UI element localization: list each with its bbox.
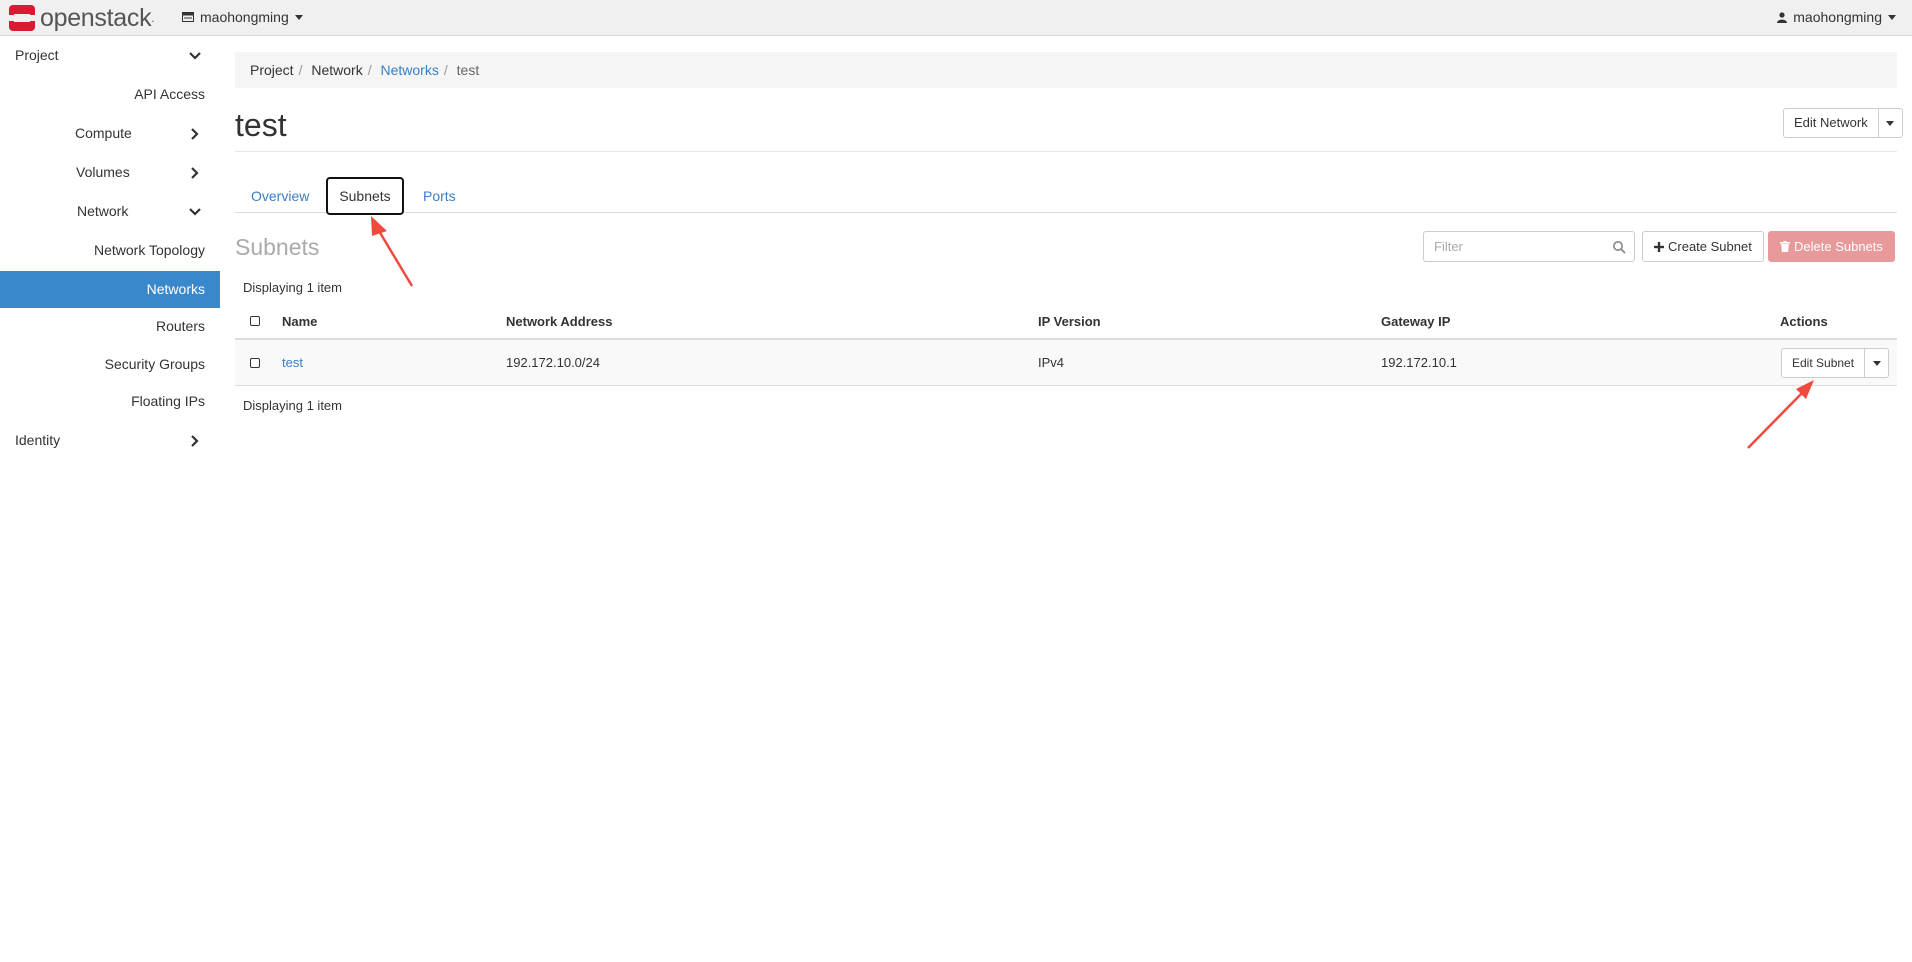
sidebar-item-label: Security Groups [104, 356, 205, 372]
project-name: maohongming [200, 9, 289, 25]
tab-bar: Overview Subnets Ports [235, 171, 1897, 215]
tab-subnets[interactable]: Subnets [326, 177, 404, 215]
sidebar-item-volumes[interactable]: Volumes [0, 154, 220, 191]
project-icon [182, 12, 194, 22]
delete-subnets-button[interactable]: Delete Subnets [1768, 231, 1895, 262]
sidebar-item-label: Network Topology [93, 242, 205, 258]
table-header: Name Network Address IP Version Gateway … [235, 304, 1897, 340]
column-header-network-address[interactable]: Network Address [506, 304, 612, 340]
caret-down-icon [294, 14, 303, 20]
tab-overview[interactable]: Overview [251, 177, 309, 215]
filter-box [1423, 231, 1635, 262]
top-navbar: openstack. maohongming maohongming [0, 0, 1912, 36]
row-actions-dropdown-toggle[interactable] [1865, 348, 1890, 378]
column-header-ip-version[interactable]: IP Version [1038, 304, 1101, 340]
sidebar-item-network-topology[interactable]: Network Topology [0, 232, 220, 269]
caret-down-icon [1888, 14, 1896, 20]
sidebar-item-security-groups[interactable]: Security Groups [0, 346, 220, 383]
breadcrumb-network: Network [311, 62, 363, 78]
subnets-heading: Subnets [235, 234, 320, 260]
sidebar-item-label: Networks [146, 281, 205, 297]
column-header-name[interactable]: Name [282, 304, 317, 340]
sidebar-item-floating-ips[interactable]: Floating IPs [0, 383, 220, 420]
edit-subnet-button[interactable]: Edit Subnet [1781, 348, 1866, 378]
item-count-bottom: Displaying 1 item [243, 398, 342, 413]
edit-network-button[interactable]: Edit Network [1783, 108, 1879, 138]
sidebar-item-project[interactable]: Project [0, 37, 220, 74]
sidebar-item-identity[interactable]: Identity [0, 422, 220, 459]
tab-ports[interactable]: Ports [423, 177, 456, 215]
breadcrumb-current: test [456, 62, 480, 78]
sidebar-item-label: Project [15, 47, 59, 63]
sidebar-item-label: API Access [134, 86, 205, 102]
sidebar-item-api-access[interactable]: API Access [0, 76, 220, 113]
column-header-actions: Actions [1780, 314, 1828, 329]
create-subnet-button[interactable]: Create Subnet [1642, 231, 1764, 262]
subnets-table: Name Network Address IP Version Gateway … [235, 304, 1897, 386]
sidebar-item-label: Compute [75, 125, 132, 141]
brand-name: openstack [40, 4, 152, 32]
page-title: test [235, 107, 287, 143]
row-checkbox[interactable] [250, 358, 260, 368]
chevron-right-icon [191, 128, 199, 140]
trash-icon [1780, 241, 1790, 252]
project-switcher[interactable]: maohongming [182, 9, 303, 25]
chevron-right-icon [191, 167, 199, 179]
chevron-down-icon [189, 52, 201, 60]
brand[interactable]: openstack. [8, 4, 155, 32]
sidebar-item-networks[interactable]: Networks [0, 271, 220, 308]
column-header-gateway-ip[interactable]: Gateway IP [1381, 304, 1450, 340]
edit-network-group: Edit Network [1783, 108, 1903, 138]
brand-suffix: . [151, 11, 155, 25]
select-all-checkbox[interactable] [250, 316, 260, 326]
sidebar-item-label: Network [77, 203, 129, 219]
sidebar-item-label: Routers [155, 318, 205, 334]
annotation-arrow-subnets-tab [371, 216, 414, 287]
breadcrumb-networks-link[interactable]: Networks [381, 62, 439, 78]
create-subnet-label: Create Subnet [1668, 239, 1752, 254]
user-name: maohongming [1793, 9, 1882, 25]
caret-down-icon [1872, 360, 1881, 366]
subnet-name-link[interactable]: test [282, 340, 303, 386]
caret-down-icon [1886, 120, 1895, 126]
openstack-logo-icon [9, 5, 35, 31]
title-divider [235, 151, 1897, 152]
breadcrumb-project: Project [250, 62, 294, 78]
sidebar-item-label: Floating IPs [131, 393, 205, 409]
sidebar-item-label: Identity [15, 432, 61, 448]
item-count-top: Displaying 1 item [243, 280, 342, 295]
subnet-network-address: 192.172.10.0/24 [506, 355, 600, 370]
breadcrumb: Project / Network / Networks / test [235, 52, 1897, 88]
sidebar: Project API Access Compute Volumes Netwo… [0, 37, 220, 962]
sidebar-item-label: Volumes [76, 164, 130, 180]
subnet-ip-version: IPv4 [1038, 355, 1065, 370]
sidebar-item-routers[interactable]: Routers [0, 308, 220, 345]
plus-icon [1654, 241, 1664, 252]
delete-subnets-label: Delete Subnets [1794, 239, 1883, 254]
table-row: test 192.172.10.0/24 IPv4 192.172.10.1 E… [235, 340, 1897, 386]
user-menu[interactable]: maohongming [1777, 9, 1896, 25]
subnet-gateway-ip: 192.172.10.1 [1381, 355, 1457, 370]
user-icon [1777, 11, 1788, 23]
edit-network-dropdown-toggle[interactable] [1878, 108, 1903, 138]
row-actions-group: Edit Subnet [1781, 348, 1890, 378]
chevron-down-icon [189, 208, 201, 216]
filter-input[interactable] [1424, 232, 1604, 261]
sidebar-item-compute[interactable]: Compute [0, 115, 220, 152]
search-icon[interactable] [1612, 240, 1626, 254]
annotation-arrow-edit-subnet [1747, 380, 1814, 449]
sidebar-item-network[interactable]: Network [0, 193, 220, 230]
chevron-right-icon [191, 435, 199, 447]
